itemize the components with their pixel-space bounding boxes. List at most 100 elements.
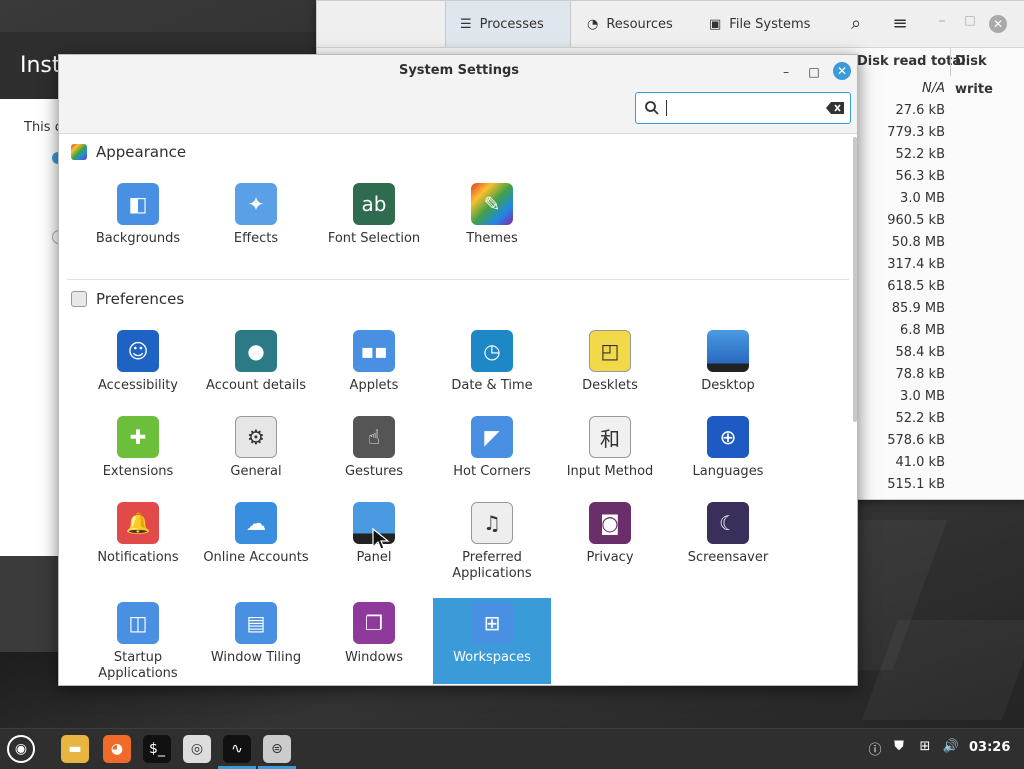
- table-row[interactable]: 50.8 MB: [857, 235, 945, 250]
- table-row[interactable]: 960.5 kB: [857, 213, 945, 228]
- settings-item-label: Windows: [344, 650, 404, 665]
- network-icon[interactable]: ⊞: [916, 739, 934, 757]
- settings-item-input-method[interactable]: 和 Input Method: [551, 412, 669, 498]
- clock[interactable]: 03:26: [969, 740, 1010, 755]
- update-manager-icon[interactable]: ⓘ: [866, 739, 884, 758]
- clear-icon[interactable]: [826, 102, 844, 114]
- maximize-button[interactable]: □: [805, 63, 823, 81]
- settings-item-effects[interactable]: ✦ Effects: [197, 179, 315, 265]
- table-row[interactable]: 317.4 kB: [857, 257, 945, 272]
- tab-label: File Systems: [729, 16, 811, 32]
- search-field[interactable]: [635, 92, 851, 124]
- system-settings-icon[interactable]: ⊜: [260, 733, 294, 765]
- minimize-icon[interactable]: –: [931, 13, 953, 35]
- system-monitor-icon[interactable]: ∿: [220, 733, 254, 765]
- tab-label: Resources: [606, 16, 673, 32]
- table-row[interactable]: 779.3 kB: [857, 125, 945, 140]
- settings-item-screensaver[interactable]: ☾ Screensaver: [669, 498, 787, 594]
- settings-item-extensions[interactable]: ✚ Extensions: [79, 412, 197, 498]
- settings-item-account-details[interactable]: ● Account details: [197, 326, 315, 412]
- settings-item-label: Window Tiling: [210, 650, 302, 665]
- settings-item-backgrounds[interactable]: ◧ Backgrounds: [79, 179, 197, 265]
- settings-item-label: Input Method: [566, 464, 654, 479]
- menu-icon[interactable]: ◉: [4, 733, 38, 765]
- settings-item-label: Themes: [466, 231, 518, 246]
- table-row[interactable]: 58.4 kB: [857, 345, 945, 360]
- desktop-icon: [707, 330, 749, 372]
- table-row[interactable]: 3.0 MB: [857, 389, 945, 404]
- settings-item-label: Startup Applications: [98, 650, 178, 681]
- close-button[interactable]: ✕: [833, 62, 851, 80]
- settings-item-label: Online Accounts: [203, 550, 309, 565]
- languages-icon: ⊕: [707, 416, 749, 458]
- maximize-icon[interactable]: □: [959, 13, 981, 35]
- settings-item-workspaces[interactable]: ⊞ Workspaces: [433, 598, 551, 684]
- tab-processes[interactable]: ☰ Processes: [445, 1, 571, 47]
- search-input[interactable]: [666, 98, 820, 120]
- taskbar: ◉ ▬ ◕ $_ ◎ ∿ ⊜ ⓘ ⛊ ⊞ 🔊 03:26: [0, 728, 1024, 769]
- settings-item-startup-applications[interactable]: ◫ Startup Applications: [79, 598, 197, 684]
- files-icon[interactable]: ▬: [58, 733, 92, 765]
- firefox-icon[interactable]: ◕: [100, 733, 134, 765]
- tab-file-systems[interactable]: ▣ File Systems: [695, 1, 835, 47]
- search-icon[interactable]: ⌕: [845, 13, 867, 35]
- settings-item-label: Effects: [233, 231, 279, 246]
- settings-item-window-tiling[interactable]: ▤ Window Tiling: [197, 598, 315, 684]
- table-row[interactable]: 6.8 MB: [857, 323, 945, 338]
- menu-icon[interactable]: ≡: [889, 13, 911, 35]
- table-row[interactable]: 56.3 kB: [857, 169, 945, 184]
- close-icon[interactable]: ✕: [989, 15, 1007, 33]
- table-row[interactable]: 578.6 kB: [857, 433, 945, 448]
- settings-item-label: Desklets: [582, 378, 638, 393]
- settings-item-label: Hot Corners: [453, 464, 531, 479]
- settings-item-label: Backgrounds: [95, 231, 181, 246]
- disc-icon[interactable]: ◎: [180, 733, 214, 765]
- settings-titlebar: System Settings – □ ✕: [59, 55, 857, 134]
- list-icon: ☰: [460, 16, 472, 32]
- settings-item-date-and-time[interactable]: ◷ Date & Time: [433, 326, 551, 412]
- table-row[interactable]: 515.1 kB: [857, 477, 945, 492]
- settings-item-preferred-applications[interactable]: ♫ Preferred Applications: [433, 498, 551, 594]
- settings-item-notifications[interactable]: 🔔 Notifications: [79, 498, 197, 594]
- settings-item-label: Font Selection: [327, 231, 421, 246]
- date-and-time-icon: ◷: [471, 330, 513, 372]
- settings-item-privacy[interactable]: ◙ Privacy: [551, 498, 669, 594]
- settings-item-general[interactable]: ⚙ General: [197, 412, 315, 498]
- system-settings-window[interactable]: System Settings – □ ✕ Appearance ◧ Backgr…: [58, 54, 858, 686]
- section-label: Appearance: [96, 143, 187, 161]
- settings-item-applets[interactable]: ▪▪ Applets: [315, 326, 433, 412]
- settings-item-languages[interactable]: ⊕ Languages: [669, 412, 787, 498]
- table-row[interactable]: 618.5 kB: [857, 279, 945, 294]
- section-header-preferences: Preferences: [71, 290, 184, 308]
- terminal-icon[interactable]: $_: [140, 733, 174, 765]
- settings-item-themes[interactable]: ✎ Themes: [433, 179, 551, 265]
- settings-item-desktop[interactable]: Desktop: [669, 326, 787, 412]
- settings-item-hot-corners[interactable]: ◤ Hot Corners: [433, 412, 551, 498]
- settings-item-font-selection[interactable]: ab Font Selection: [315, 179, 433, 265]
- tab-resources[interactable]: ◔ Resources: [573, 1, 709, 47]
- table-row[interactable]: 27.6 kB: [857, 103, 945, 118]
- table-row[interactable]: 52.2 kB: [857, 411, 945, 426]
- minimize-button[interactable]: –: [777, 63, 795, 81]
- column-header-disk-write[interactable]: Disk write: [955, 48, 1024, 97]
- shield-icon[interactable]: ⛊: [890, 739, 908, 757]
- table-row[interactable]: 78.8 kB: [857, 367, 945, 382]
- volume-icon[interactable]: 🔊: [942, 739, 960, 757]
- table-row[interactable]: N/A: [857, 81, 945, 96]
- table-row[interactable]: 41.0 kB: [857, 455, 945, 470]
- settings-item-accessibility[interactable]: ☺ Accessibility: [79, 326, 197, 412]
- settings-item-desklets[interactable]: ◰ Desklets: [551, 326, 669, 412]
- tab-label: Processes: [479, 16, 544, 32]
- preferences-icon: [71, 291, 87, 307]
- settings-item-online-accounts[interactable]: ☁ Online Accounts: [197, 498, 315, 594]
- table-row[interactable]: 85.9 MB: [857, 301, 945, 316]
- table-row[interactable]: 3.0 MB: [857, 191, 945, 206]
- scrollbar[interactable]: [853, 137, 857, 422]
- windows-icon: ❐: [353, 602, 395, 644]
- table-row[interactable]: 52.2 kB: [857, 147, 945, 162]
- settings-item-gestures[interactable]: ☝ Gestures: [315, 412, 433, 498]
- window-title: System Settings: [398, 63, 520, 78]
- settings-item-label: Notifications: [97, 550, 179, 565]
- settings-item-label: General: [230, 464, 282, 479]
- settings-item-windows[interactable]: ❐ Windows: [315, 598, 433, 684]
